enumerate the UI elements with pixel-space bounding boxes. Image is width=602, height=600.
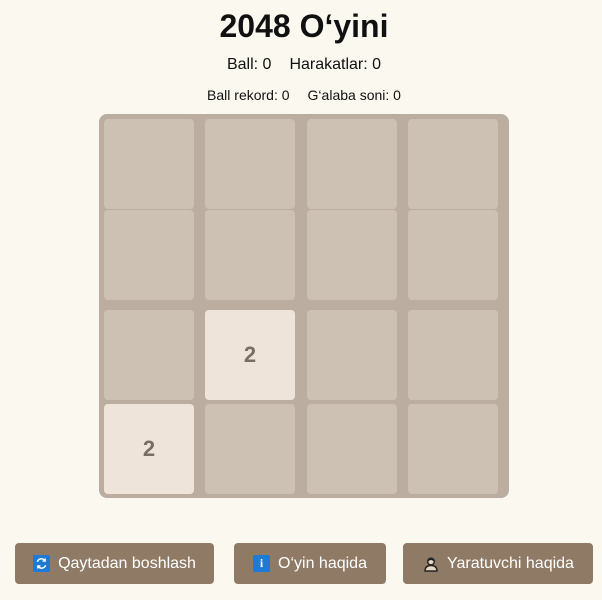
restart-label: Qaytadan boshlash [58,554,196,572]
game-app: 2048 O‘yini Ball: 0 Harakatlar: 0 Ball re… [0,0,602,600]
about-creator-button[interactable]: Yaratuvchi haqida [403,543,593,584]
wins-display: G‘alaba soni: 0 [308,87,401,103]
empty-cell [104,119,194,209]
empty-cell [205,210,295,300]
empty-cell [307,210,397,300]
moves-label: Harakatlar: [289,56,368,73]
game-board[interactable]: 22 [99,114,509,498]
moves-value: 0 [372,56,382,73]
empty-cell [408,310,498,400]
record-display: Ball rekord: 0 [207,87,290,103]
tile: 2 [205,310,295,400]
person-icon [422,555,439,572]
empty-cell [408,210,498,300]
empty-cell [205,404,295,494]
empty-cell [205,119,295,209]
empty-cell [307,310,397,400]
about-game-label: O‘yin haqida [278,554,367,572]
record-value: 0 [281,87,290,103]
score-label: Ball: [226,56,259,73]
wins-label: G‘alaba soni: [307,87,390,103]
info-icon: i [253,555,271,572]
stats-bar: Ball rekord: 0 G‘alaba soni: 0 [0,86,602,104]
page-title: 2048 O‘yini [219,8,389,44]
empty-cell [307,119,397,209]
record-label: Ball rekord: [207,87,278,103]
empty-cell [104,310,194,400]
empty-cell [307,404,397,494]
score-value: 0 [262,56,272,73]
score-display: Ball: 0 [227,56,271,73]
empty-cell [408,404,498,494]
empty-cell [104,210,194,300]
score-bar: Ball: 0 Harakatlar: 0 [0,55,602,75]
refresh-icon [33,555,51,572]
empty-cell [408,119,498,209]
moves-display: Harakatlar: 0 [289,56,381,73]
about-game-button[interactable]: i O‘yin haqida [234,543,386,584]
restart-button[interactable]: Qaytadan boshlash [15,543,214,584]
tile: 2 [104,404,194,494]
about-creator-label: Yaratuvchi haqida [447,554,574,572]
wins-value: 0 [393,87,401,103]
